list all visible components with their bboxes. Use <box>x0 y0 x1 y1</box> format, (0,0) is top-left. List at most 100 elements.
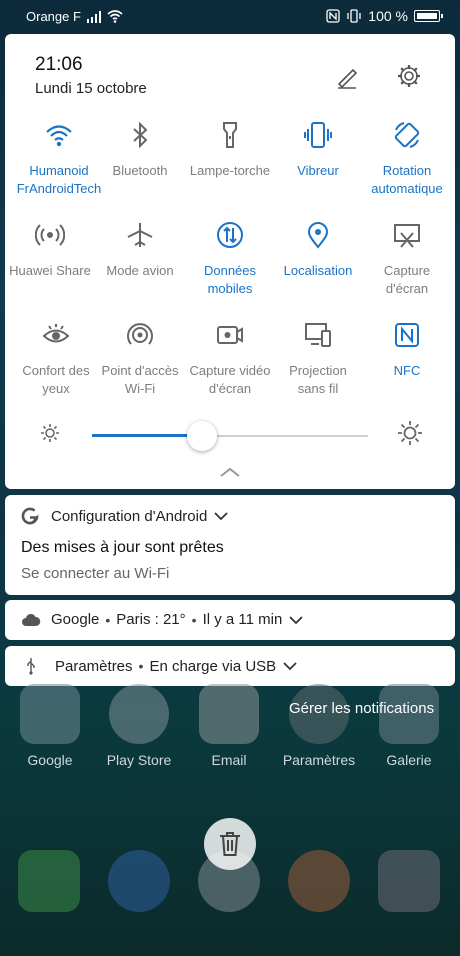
home-app-gallery: Galerie <box>370 684 448 768</box>
tile-rotation[interactable]: Rotation automatique <box>362 120 452 198</box>
tile-label: Données mobiles <box>203 263 257 296</box>
tile-label: Capture vidéo d'écran <box>189 363 271 396</box>
tile-label: Projection sans fil <box>289 363 347 396</box>
tile-label: Mode avion <box>106 263 174 278</box>
wifi-status-icon <box>107 10 123 23</box>
collapse-chevron-icon[interactable] <box>219 466 241 478</box>
tile-label: NFC <box>393 363 421 378</box>
tile-bluetooth[interactable]: Bluetooth <box>95 120 185 180</box>
usb-text: En charge via USB <box>149 657 277 675</box>
nfc-status-icon <box>326 9 340 23</box>
home-app-email: Email <box>190 684 268 768</box>
tile-nfc[interactable]: NFC <box>362 320 452 380</box>
camera-icon <box>378 850 440 912</box>
wifi-icon <box>46 125 72 147</box>
battery-percent: 100 % <box>368 8 408 24</box>
home-app-label: Google <box>27 752 73 768</box>
brightness-high-icon <box>398 421 422 445</box>
separator-dot: • <box>105 611 111 628</box>
home-app-label: Paramètres <box>282 752 356 768</box>
notification-time: Il y a 11 min <box>202 611 283 628</box>
weather-text: Paris : 21° <box>116 611 186 628</box>
settings-gear-icon[interactable] <box>395 62 423 90</box>
tile-label: Capture d'écran <box>383 263 431 296</box>
usb-icon <box>27 658 35 675</box>
status-bar: Orange F 100 % <box>0 0 460 34</box>
play-store-icon <box>109 684 169 744</box>
chrome-icon <box>288 850 350 912</box>
tile-hotspot[interactable]: Point d'accès Wi-Fi <box>95 320 185 398</box>
edit-icon[interactable] <box>333 62 361 90</box>
tile-screenshot[interactable]: Capture d'écran <box>362 220 452 298</box>
tile-vibrate[interactable]: Vibreur <box>273 120 363 180</box>
expand-chevron-icon[interactable] <box>213 511 229 521</box>
tile-wifi[interactable]: Humanoid FrAndroidTech <box>14 120 104 198</box>
brightness-thumb[interactable] <box>187 421 218 451</box>
tile-label: Localisation <box>283 263 353 278</box>
messages-icon <box>108 850 170 912</box>
manage-notifications-button[interactable]: Gérer les notifications <box>289 700 434 717</box>
screenshot-icon <box>394 224 420 248</box>
tile-label: Huawei Share <box>9 263 91 278</box>
home-app-play-store: Play Store <box>100 684 178 768</box>
tile-label: Rotation automatique <box>371 163 443 196</box>
dock-camera <box>370 850 448 912</box>
dock-phone <box>10 850 88 912</box>
carrier-name: Orange F <box>26 9 81 24</box>
home-app-label: Play Store <box>106 752 172 768</box>
email-icon <box>199 684 259 744</box>
signal-icon <box>86 10 101 23</box>
home-app-label: Email <box>211 752 247 768</box>
notification-weather[interactable]: Google • Paris : 21° • Il y a 11 min <box>5 600 455 640</box>
notification-title: Des mises à jour sont prêtes <box>21 539 224 556</box>
nfc-icon <box>395 323 419 347</box>
tile-label: Bluetooth <box>112 163 168 178</box>
tile-label: Point d'accès Wi-Fi <box>101 363 179 396</box>
bluetooth-icon <box>133 121 148 149</box>
google-folder-icon <box>20 684 80 744</box>
tile-airplane[interactable]: Mode avion <box>95 220 185 280</box>
brightness-low-icon <box>41 424 59 442</box>
brightness-fill <box>92 434 203 437</box>
notification-usb[interactable]: Paramètres • En charge via USB <box>5 646 455 686</box>
dock-chrome <box>280 850 358 912</box>
tile-wireless-projection[interactable]: Projection sans fil <box>273 320 363 398</box>
eye-icon <box>42 324 70 343</box>
tile-huawei-share[interactable]: Huawei Share <box>5 220 95 280</box>
tile-label: Humanoid FrAndroidTech <box>16 163 102 196</box>
notification-text: Se connecter au Wi-Fi <box>21 565 170 582</box>
mobile-data-icon <box>217 222 243 248</box>
screen-record-icon <box>217 326 243 344</box>
share-icon <box>35 224 65 246</box>
location-icon <box>307 222 329 249</box>
flashlight-icon <box>223 122 237 148</box>
quick-settings-panel: 21:06 Lundi 15 octobre Humanoid FrAndroi… <box>5 34 455 489</box>
tile-flashlight[interactable]: Lampe-torche <box>185 120 275 180</box>
hotspot-icon <box>127 323 153 345</box>
notification-android-setup[interactable]: Configuration d'Android Des mises à jour… <box>5 495 455 595</box>
trash-icon <box>220 832 240 856</box>
tile-mobile-data[interactable]: Données mobiles <box>185 220 275 298</box>
expand-chevron-icon[interactable] <box>282 661 298 671</box>
google-g-icon <box>21 507 39 525</box>
date: Lundi 15 octobre <box>35 80 147 97</box>
notification-app-name: Google <box>51 611 100 628</box>
expand-chevron-icon[interactable] <box>288 615 304 625</box>
airplane-icon <box>127 223 153 247</box>
tile-label: Vibreur <box>297 163 339 178</box>
notification-app-name: Paramètres <box>55 657 133 675</box>
phone-icon <box>18 850 80 912</box>
clear-notifications-button[interactable] <box>204 818 256 870</box>
notification-app-name: Configuration d'Android <box>51 507 208 525</box>
tile-screen-record[interactable]: Capture vidéo d'écran <box>185 320 275 398</box>
tile-location[interactable]: Localisation <box>273 220 363 280</box>
brightness-slider[interactable] <box>35 420 425 451</box>
battery-icon <box>414 10 443 22</box>
separator-dot: • <box>191 611 197 628</box>
tile-label: Lampe-torche <box>189 163 271 178</box>
separator-dot: • <box>138 658 144 674</box>
cast-icon <box>305 323 331 347</box>
tile-eye-comfort[interactable]: Confort des yeux <box>11 320 101 398</box>
dock-messages <box>100 850 178 912</box>
tile-label: Confort des yeux <box>22 363 90 396</box>
